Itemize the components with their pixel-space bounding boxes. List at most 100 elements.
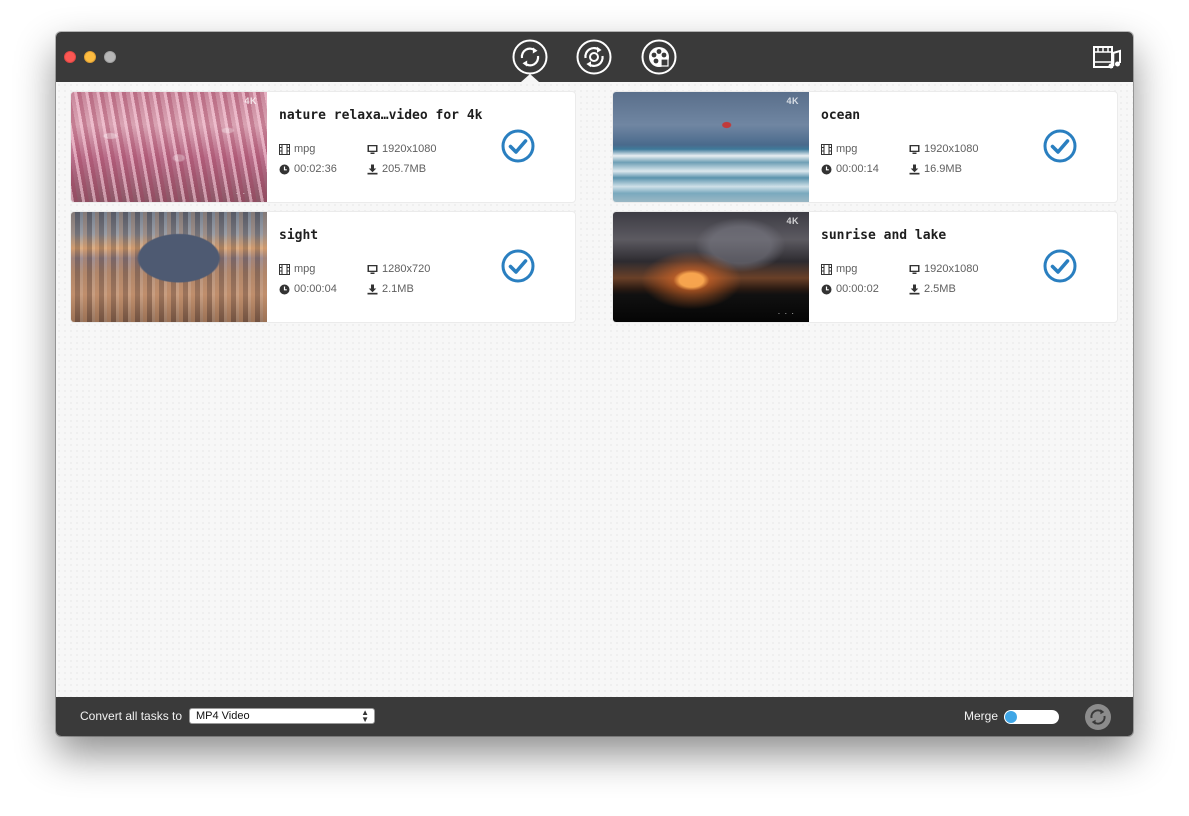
edit-convert-icon bbox=[576, 39, 612, 75]
resolution-meta: 1280x720 bbox=[367, 263, 430, 275]
resolution-meta: 1920x1080 bbox=[367, 143, 436, 155]
duration-meta: 00:00:04 bbox=[279, 283, 337, 295]
download-icon bbox=[909, 284, 920, 294]
convert-all-label: Convert all tasks to bbox=[80, 709, 183, 723]
film-reel-icon bbox=[641, 39, 677, 75]
task-list: 4K · · · nature relaxa…video for 4k mpg … bbox=[56, 82, 1133, 697]
monitor-icon bbox=[909, 144, 920, 154]
monitor-icon bbox=[367, 144, 378, 154]
video-thumbnail[interactable]: 4K · · · bbox=[71, 92, 267, 202]
duration-meta: 00:02:36 bbox=[279, 163, 337, 175]
task-info: sight mpg 1280x720 00:00:04 2.1MB bbox=[279, 212, 499, 322]
active-tab-pointer bbox=[521, 74, 539, 82]
task-card[interactable]: 4K ocean mpg 1920x1080 00:00:14 16.9MB bbox=[613, 92, 1117, 202]
film-icon bbox=[279, 143, 290, 155]
check-circle-icon bbox=[501, 249, 535, 283]
check-circle-icon bbox=[1043, 129, 1077, 163]
check-circle-icon bbox=[1043, 249, 1077, 283]
tab-toolbox[interactable] bbox=[641, 39, 677, 75]
task-info: ocean mpg 1920x1080 00:00:14 16.9MB bbox=[821, 92, 1041, 202]
duration-meta: 00:00:02 bbox=[821, 283, 879, 295]
convert-all-button[interactable] bbox=[1084, 703, 1112, 731]
quality-badge: 4K bbox=[786, 216, 799, 226]
task-checkbox[interactable] bbox=[501, 129, 535, 163]
task-info: sunrise and lake mpg 1920x1080 00:00:02 … bbox=[821, 212, 1041, 322]
tab-edit[interactable] bbox=[576, 39, 612, 75]
clock-icon bbox=[279, 284, 290, 294]
media-library-icon bbox=[1093, 46, 1121, 69]
download-icon bbox=[367, 284, 378, 294]
format-meta: mpg bbox=[279, 263, 315, 275]
resolution-value: 1280x720 bbox=[382, 263, 431, 275]
task-title: ocean bbox=[821, 108, 861, 123]
merge-toggle[interactable] bbox=[1004, 710, 1059, 724]
resolution-value: 1920x1080 bbox=[924, 263, 979, 275]
task-title: sunrise and lake bbox=[821, 228, 947, 243]
duration-value: 00:02:36 bbox=[294, 163, 337, 175]
format-meta: mpg bbox=[821, 263, 857, 275]
monitor-icon bbox=[367, 264, 378, 274]
resolution-meta: 1920x1080 bbox=[909, 263, 978, 275]
resolution-value: 1920x1080 bbox=[382, 143, 437, 155]
output-format-select[interactable]: MP4 Video ▲ ▼ bbox=[189, 708, 375, 724]
duration-value: 00:00:04 bbox=[294, 283, 337, 295]
quality-badge: 4K bbox=[244, 96, 257, 106]
size-meta: 2.5MB bbox=[909, 283, 956, 295]
format-value: mpg bbox=[836, 263, 858, 275]
zoom-window-button[interactable] bbox=[104, 51, 116, 63]
resolution-value: 1920x1080 bbox=[924, 143, 979, 155]
thumbnail-dots: · · · bbox=[235, 189, 253, 198]
size-meta: 2.1MB bbox=[367, 283, 414, 295]
title-bar bbox=[56, 32, 1133, 82]
size-value: 2.1MB bbox=[382, 283, 414, 295]
clock-icon bbox=[821, 284, 832, 294]
download-icon bbox=[909, 164, 920, 174]
task-checkbox[interactable] bbox=[1043, 129, 1077, 163]
duration-meta: 00:00:14 bbox=[821, 163, 879, 175]
format-meta: mpg bbox=[279, 143, 315, 155]
thumbnail-dots: · · · bbox=[777, 309, 795, 318]
merge-toggle-knob[interactable] bbox=[1005, 711, 1017, 723]
bottom-bar: Convert all tasks to MP4 Video ▲ ▼ Merge bbox=[56, 697, 1133, 736]
media-library-button[interactable] bbox=[1093, 44, 1121, 70]
check-circle-icon bbox=[501, 129, 535, 163]
film-icon bbox=[821, 143, 832, 155]
task-checkbox[interactable] bbox=[501, 249, 535, 283]
convert-icon bbox=[1085, 704, 1111, 730]
clock-icon bbox=[279, 164, 290, 174]
merge-label: Merge bbox=[964, 709, 999, 723]
duration-value: 00:00:02 bbox=[836, 283, 879, 295]
task-info: nature relaxa…video for 4k mpg 1920x1080… bbox=[279, 92, 499, 202]
tab-convert[interactable] bbox=[512, 39, 548, 75]
clock-icon bbox=[821, 164, 832, 174]
output-format-value: MP4 Video bbox=[196, 710, 250, 722]
select-arrows-icon: ▲ ▼ bbox=[361, 708, 369, 724]
video-thumbnail[interactable] bbox=[71, 212, 267, 322]
monitor-icon bbox=[909, 264, 920, 274]
format-value: mpg bbox=[836, 143, 858, 155]
task-card[interactable]: 4K · · · nature relaxa…video for 4k mpg … bbox=[71, 92, 575, 202]
video-thumbnail[interactable]: 4K · · · bbox=[613, 212, 809, 322]
download-icon bbox=[367, 164, 378, 174]
task-card[interactable]: sight mpg 1280x720 00:00:04 2.1MB bbox=[71, 212, 575, 322]
task-title: sight bbox=[279, 228, 319, 243]
size-value: 16.9MB bbox=[924, 163, 962, 175]
task-checkbox[interactable] bbox=[1043, 249, 1077, 283]
close-window-button[interactable] bbox=[64, 51, 76, 63]
size-value: 2.5MB bbox=[924, 283, 956, 295]
format-value: mpg bbox=[294, 263, 316, 275]
task-title: nature relaxa…video for 4k bbox=[279, 108, 483, 123]
app-window: 4K · · · nature relaxa…video for 4k mpg … bbox=[56, 32, 1133, 736]
size-value: 205.7MB bbox=[382, 163, 427, 175]
task-card[interactable]: 4K · · · sunrise and lake mpg 1920x1080 … bbox=[613, 212, 1117, 322]
format-meta: mpg bbox=[821, 143, 857, 155]
quality-badge: 4K bbox=[786, 96, 799, 106]
convert-icon bbox=[512, 39, 548, 75]
video-thumbnail[interactable]: 4K bbox=[613, 92, 809, 202]
size-meta: 16.9MB bbox=[909, 163, 962, 175]
duration-value: 00:00:14 bbox=[836, 163, 879, 175]
film-icon bbox=[279, 263, 290, 275]
minimize-window-button[interactable] bbox=[84, 51, 96, 63]
film-icon bbox=[821, 263, 832, 275]
resolution-meta: 1920x1080 bbox=[909, 143, 978, 155]
